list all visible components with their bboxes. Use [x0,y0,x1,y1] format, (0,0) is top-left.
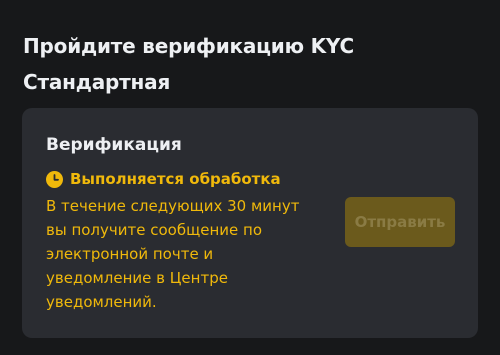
status-row: Выполняется обработка [46,169,281,189]
description-line: уведомление в Центре [46,269,228,287]
description-line: вы получите сообщение по [46,221,262,239]
status-description: В течение следующих 30 минут вы получите… [46,194,316,314]
description-line: уведомлений. [46,293,157,311]
page-title-line-1: Пройдите верификацию KYC [23,34,354,58]
page-title: Пройдите верификацию KYC Стандартная [23,28,483,100]
kyc-page: Пройдите верификацию KYC Стандартная Вер… [0,0,500,355]
verification-card: Верификация Выполняется обработка В тече… [22,108,478,338]
clock-icon [46,170,63,188]
card-title: Верификация [46,135,182,155]
description-line: электронной почте и [46,245,214,263]
description-line: В течение следующих 30 минут [46,197,300,215]
page-title-line-2: Стандартная [23,70,171,94]
send-button[interactable]: Отправить [345,197,455,247]
status-text: Выполняется обработка [70,170,281,188]
